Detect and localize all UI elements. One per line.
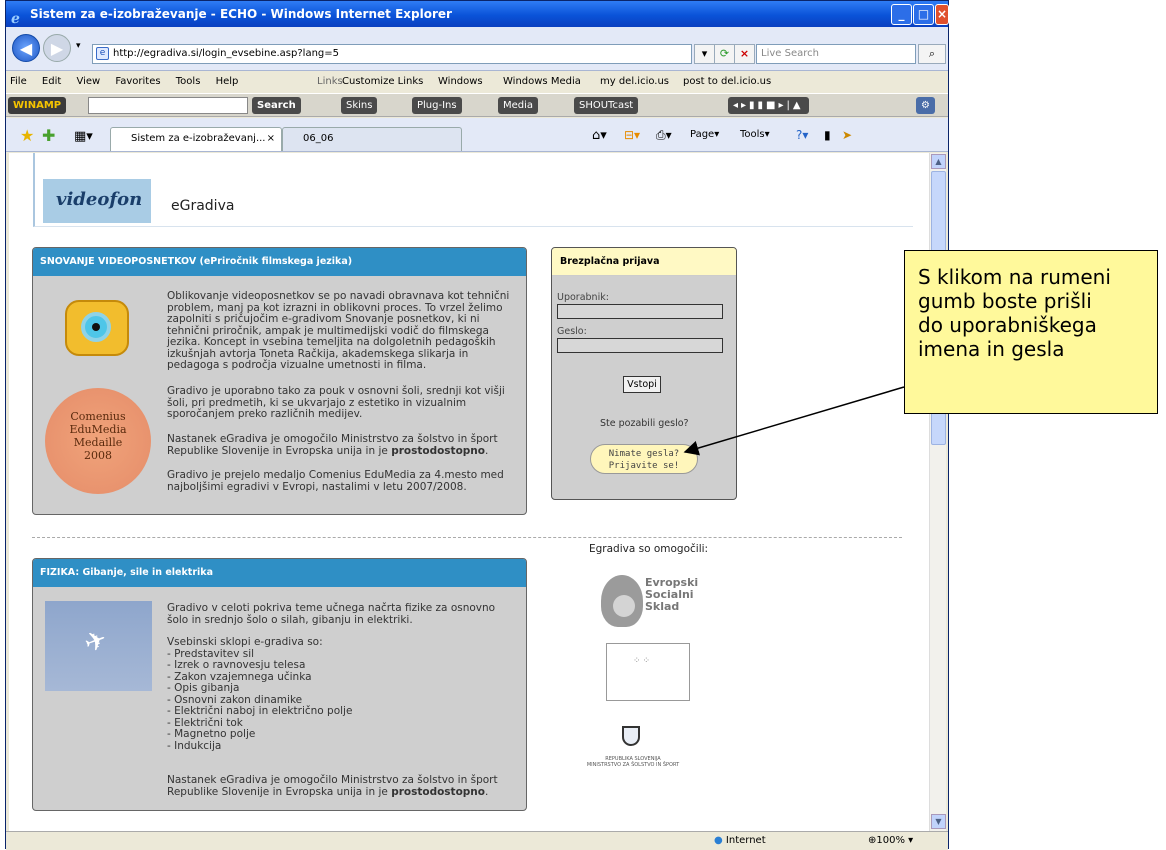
callout-arrow	[683, 386, 905, 456]
tutorial-callout: S klikom na rumeni gumb boste prišli do …	[904, 250, 1158, 414]
